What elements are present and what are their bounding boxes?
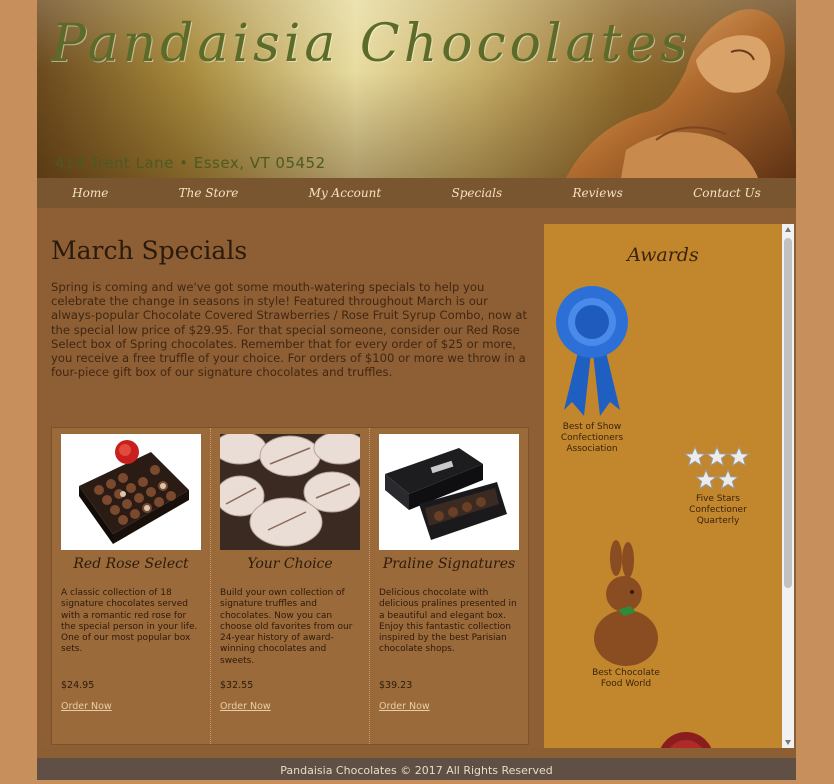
nav-my-account[interactable]: My Account: [309, 186, 382, 200]
store-address: 414 Trent Lane • Essex, VT 05452: [55, 154, 326, 172]
awards-title: Awards: [627, 244, 699, 266]
order-now-link[interactable]: Order Now: [379, 701, 430, 712]
awards-scrollbar[interactable]: [782, 224, 794, 748]
product-card: Red Rose Select A classic collection of …: [52, 428, 211, 744]
scroll-up-icon[interactable]: [785, 227, 791, 232]
award-label: Best of Show Confectioners Association: [560, 422, 624, 454]
intro-paragraph: Spring is coming and we've got some mout…: [51, 280, 528, 380]
product-card: Praline Signatures Delicious chocolate w…: [370, 428, 528, 744]
product-image-praline[interactable]: [379, 434, 519, 550]
footer: Pandaisia Chocolates © 2017 All Rights R…: [37, 758, 796, 780]
product-name: Praline Signatures: [382, 556, 516, 572]
page-container: Pandaisia Chocolates 414 Trent Lane • Es…: [37, 0, 796, 780]
chocolate-bunny-icon: [594, 540, 658, 666]
product-description: Build your own collection of signature t…: [220, 588, 353, 666]
product-image-your-choice[interactable]: [220, 434, 360, 550]
product-description: A classic collection of 18 signature cho…: [61, 588, 198, 655]
product-price: $39.23: [379, 680, 413, 691]
main-nav: Home The Store My Account Specials Revie…: [37, 178, 796, 208]
product-description: Delicious chocolate with delicious prali…: [379, 588, 517, 655]
product-name: Red Rose Select: [73, 556, 189, 572]
product-price: $32.55: [220, 680, 254, 691]
order-now-link[interactable]: Order Now: [220, 701, 271, 712]
product-price: $24.95: [61, 680, 95, 691]
awards-panel: Awards Best of Show Confectioners Associ…: [544, 224, 782, 748]
nav-specials[interactable]: Specials: [451, 186, 502, 200]
stars-icon: [684, 446, 750, 490]
product-image-red-rose[interactable]: [61, 434, 201, 550]
seal-icon: [660, 732, 712, 748]
award-label: Five Stars Confectioner Quarterly: [689, 494, 747, 526]
nav-contact-us[interactable]: Contact Us: [693, 186, 761, 200]
nav-reviews[interactable]: Reviews: [572, 186, 622, 200]
scrollbar-thumb[interactable]: [784, 238, 792, 588]
scroll-down-icon[interactable]: [785, 740, 791, 745]
ribbon-icon: [556, 286, 628, 416]
product-name: Your Choice: [247, 556, 333, 572]
header-banner: Pandaisia Chocolates 414 Trent Lane • Es…: [37, 0, 796, 178]
nav-home[interactable]: Home: [72, 186, 108, 200]
product-list: Red Rose Select A classic collection of …: [51, 427, 529, 745]
order-now-link[interactable]: Order Now: [61, 701, 112, 712]
award-label: Best Chocolate Food World: [592, 668, 660, 689]
nav-store[interactable]: The Store: [179, 186, 239, 200]
page-title: March Specials: [51, 236, 248, 265]
product-card: Your Choice Build your own collection of…: [211, 428, 370, 744]
site-logo[interactable]: Pandaisia Chocolates: [51, 14, 691, 74]
content-area: March Specials Spring is coming and we'v…: [37, 208, 796, 748]
